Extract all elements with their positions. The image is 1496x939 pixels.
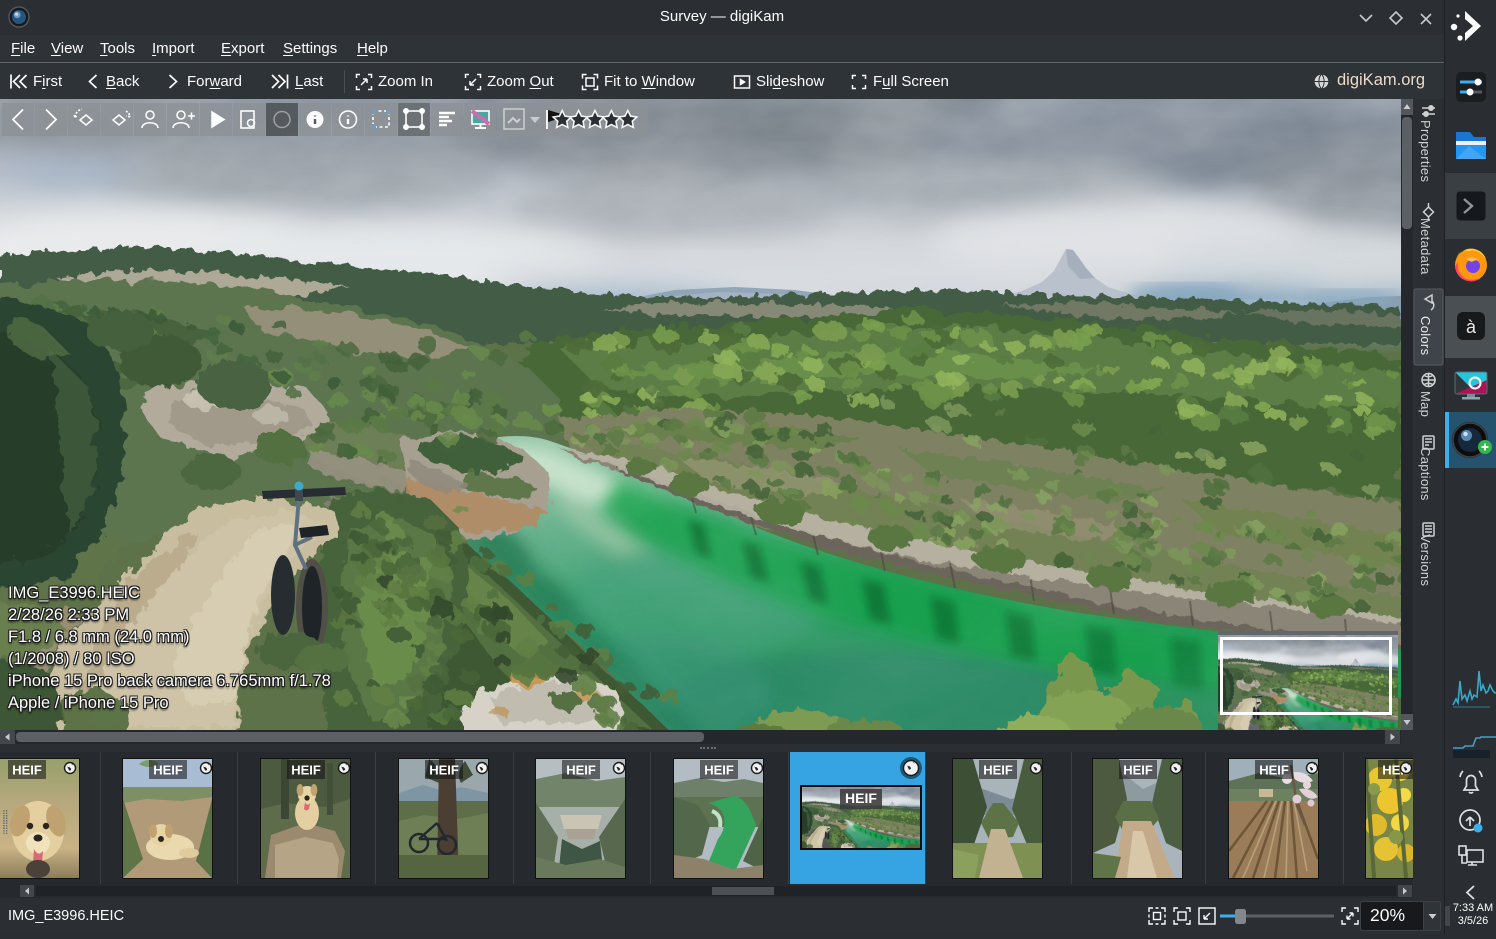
- svg-text:HEIF: HEIF: [704, 763, 734, 778]
- svg-text:HEIF: HEIF: [566, 763, 596, 778]
- svg-text:HEIF: HEIF: [12, 763, 42, 778]
- svg-text:3/5/26: 3/5/26: [1458, 915, 1489, 927]
- svg-text:HEIF: HEIF: [983, 763, 1013, 778]
- svg-text:à: à: [1466, 317, 1477, 337]
- svg-text:HEIF: HEIF: [153, 763, 183, 778]
- svg-text:HEIF: HEIF: [1259, 763, 1289, 778]
- svg-text:HEIF: HEIF: [429, 763, 459, 778]
- svg-text:HEIF: HEIF: [1123, 763, 1153, 778]
- svg-text:HEIF: HEIF: [291, 763, 321, 778]
- svg-text:7:33 AM: 7:33 AM: [1453, 902, 1493, 914]
